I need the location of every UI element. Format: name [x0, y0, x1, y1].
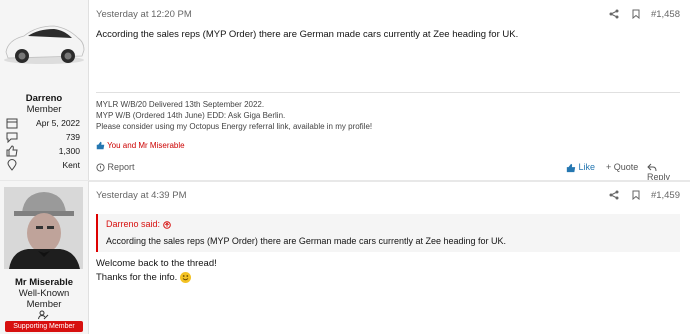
stat-messages: 739 — [6, 131, 80, 145]
thumbs-up-icon — [566, 163, 576, 172]
post-1459: Mr Miserable Well-Known Member Supportin… — [0, 181, 690, 334]
post-tools: #1,459 — [609, 190, 680, 201]
signature: MYLR W/B/20 Delivered 13th September 202… — [96, 92, 680, 132]
jump-to-quote-icon[interactable] — [162, 220, 171, 229]
reactions-text[interactable]: You and Mr Miserable — [107, 141, 185, 150]
calendar-icon — [6, 118, 18, 129]
user-sidebar: Darreno Member Apr 5, 2022 739 1,300 Ken… — [0, 0, 89, 180]
quote-text: According the sales reps (MYP Order) the… — [106, 236, 507, 246]
share-icon[interactable] — [609, 190, 619, 200]
user-avatar[interactable] — [2, 14, 86, 70]
reactions-bar[interactable]: You and Mr Miserable — [96, 141, 185, 150]
stat-location: Kent — [6, 159, 80, 173]
user-title-line: Well-Known — [18, 288, 70, 299]
smile-emoji-icon — [179, 272, 191, 283]
report-button[interactable]: Report — [96, 162, 135, 172]
messages-icon — [6, 132, 18, 143]
user-avatar[interactable] — [4, 187, 83, 269]
report-icon — [96, 163, 105, 172]
username[interactable]: Mr Miserable — [0, 277, 88, 288]
stat-reactions: 1,300 — [6, 145, 80, 159]
avatar-portrait — [4, 187, 83, 269]
post-text-line: Thanks for the info. — [96, 272, 191, 283]
bookmark-icon[interactable] — [632, 190, 640, 201]
supporting-member-badge: Supporting Member — [5, 321, 83, 332]
reaction-score: 1,300 — [58, 146, 80, 156]
post-text-line: Welcome back to the thread! — [96, 258, 217, 269]
like-button[interactable]: Like — [566, 162, 595, 173]
reply-icon — [647, 163, 657, 172]
thumbs-up-icon — [6, 145, 18, 157]
location[interactable]: Kent — [63, 160, 81, 170]
report-label: Report — [107, 162, 135, 172]
post-time[interactable]: Yesterday at 12:20 PM — [96, 9, 192, 20]
message-count: 739 — [65, 132, 80, 142]
like-reaction-icon — [96, 142, 105, 150]
quote-button[interactable]: + Quote — [606, 162, 638, 172]
username[interactable]: Darreno — [0, 93, 88, 104]
signature-line: Please consider using my Octopus Energy … — [96, 122, 373, 131]
joined-date: Apr 5, 2022 — [36, 118, 80, 128]
post-tools: #1,458 — [609, 9, 680, 20]
bookmark-icon[interactable] — [632, 9, 640, 20]
like-label: Like — [578, 162, 596, 172]
signature-line: MYP W/B (Ordered 14th June) EDD: Ask Gig… — [96, 111, 286, 120]
share-icon[interactable] — [609, 9, 619, 19]
post-main: Yesterday at 12:20 PM #1,458 According t… — [96, 0, 680, 182]
location-pin-icon — [7, 159, 17, 171]
quote-author[interactable]: Darreno said: — [106, 219, 171, 229]
post-1458: Darreno Member Apr 5, 2022 739 1,300 Ken… — [0, 0, 690, 182]
post-number[interactable]: #1,459 — [651, 190, 680, 201]
user-title: Member — [26, 104, 62, 115]
post-main: Yesterday at 4:39 PM #1,459 Darreno said… — [96, 181, 680, 334]
post-time[interactable]: Yesterday at 4:39 PM — [96, 190, 186, 201]
post-number[interactable]: #1,458 — [651, 9, 680, 20]
quote-block: Darreno said: According the sales reps (… — [96, 214, 680, 252]
user-title-line: Member — [26, 299, 62, 310]
post-text: According the sales reps (MYP Order) the… — [96, 29, 519, 40]
stat-joined: Apr 5, 2022 — [6, 117, 80, 131]
post-text-line-content: Thanks for the info. — [96, 272, 178, 284]
verified-user-icon — [38, 310, 49, 320]
quote-author-label: Darreno said: — [106, 219, 161, 229]
user-sidebar: Mr Miserable Well-Known Member Supportin… — [0, 181, 89, 334]
signature-line: MYLR W/B/20 Delivered 13th September 202… — [96, 100, 265, 109]
